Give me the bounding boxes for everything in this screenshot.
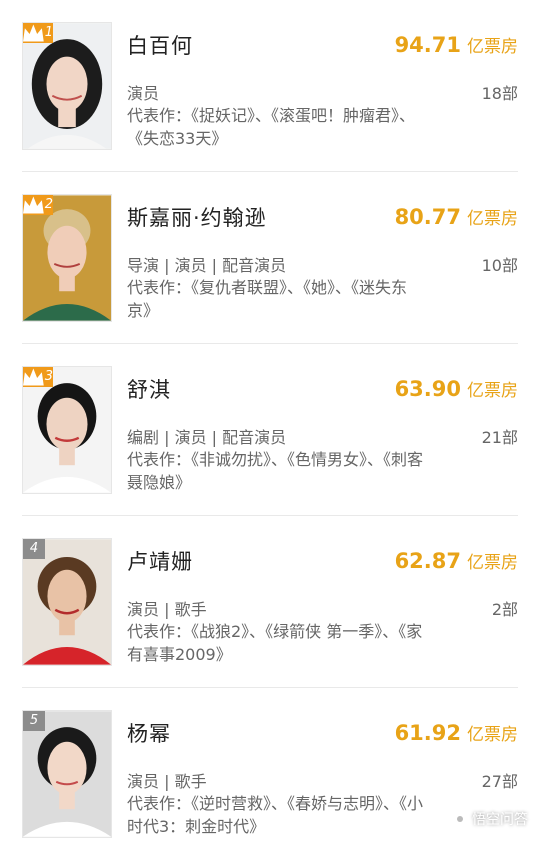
representative-works: 代表作：《捉妖记》、《滚蛋吧！肿瘤君》、《失恋33天》 bbox=[127, 106, 416, 148]
representative-works: 代表作：《非诚勿扰》、《色情男女》、《刺客聂隐娘》 bbox=[127, 450, 424, 492]
box-office-value: 94.71 bbox=[394, 33, 461, 57]
actor-photo[interactable]: 1 bbox=[22, 22, 112, 150]
actor-name[interactable]: 卢靖姗 bbox=[127, 546, 193, 576]
watermark: 悟空问答 bbox=[452, 809, 528, 829]
actor-name[interactable]: 舒淇 bbox=[127, 374, 171, 404]
actor-name[interactable]: 杨幂 bbox=[127, 718, 171, 748]
rank-number: 2 bbox=[44, 197, 53, 212]
actor-roles: 编剧 | 演员 | 配音演员 bbox=[127, 428, 287, 447]
box-office-value: 80.77 bbox=[394, 205, 461, 229]
box-office-value: 62.87 bbox=[394, 549, 461, 573]
box-office-value: 63.90 bbox=[394, 377, 461, 401]
ranking-list: 1 白百何 94.71 亿票房 演员 18部 代表作：《捉妖记》、《滚蛋吧！肿瘤君… bbox=[0, 0, 540, 860]
representative-works: 代表作：《复仇者联盟》、《她》、《迷失东京》 bbox=[127, 278, 408, 320]
watermark-text: 悟空问答 bbox=[472, 812, 528, 828]
actor-name[interactable]: 斯嘉丽·约翰逊 bbox=[127, 202, 267, 232]
box-office-value: 61.92 bbox=[394, 721, 461, 745]
rank-badge: 5 bbox=[23, 711, 45, 731]
box-office-unit: 亿票房 bbox=[467, 381, 518, 401]
box-office-unit: 亿票房 bbox=[467, 553, 518, 573]
actor-photo[interactable]: 4 bbox=[22, 538, 112, 666]
film-count: 21部 bbox=[481, 428, 518, 447]
box-office-unit: 亿票房 bbox=[467, 725, 518, 745]
actor-photo[interactable]: 3 bbox=[22, 366, 112, 494]
box-office: 63.90 亿票房 bbox=[395, 376, 518, 401]
rank-badge: 4 bbox=[23, 539, 45, 559]
box-office: 94.71 亿票房 bbox=[395, 32, 518, 57]
actor-roles: 导演 | 演员 | 配音演员 bbox=[127, 256, 287, 275]
crown-icon bbox=[23, 368, 44, 386]
box-office-unit: 亿票房 bbox=[467, 209, 518, 229]
rank-badge: 2 bbox=[23, 195, 53, 215]
box-office: 61.92 亿票房 bbox=[395, 720, 518, 745]
list-item[interactable]: 1 白百何 94.71 亿票房 演员 18部 代表作：《捉妖记》、《滚蛋吧！肿瘤君… bbox=[22, 0, 518, 172]
box-office: 80.77 亿票房 bbox=[395, 204, 518, 229]
actor-photo[interactable]: 2 bbox=[22, 194, 112, 322]
actor-photo[interactable]: 5 bbox=[22, 710, 112, 838]
rank-number: 1 bbox=[44, 25, 53, 40]
box-office-unit: 亿票房 bbox=[467, 37, 518, 57]
representative-works: 代表作：《逆时营救》、《春娇与志明》、《小时代3：刺金时代》 bbox=[127, 794, 424, 836]
rank-number: 4 bbox=[29, 541, 39, 556]
wukong-logo-icon bbox=[452, 811, 468, 827]
actor-roles: 演员 | 歌手 bbox=[127, 600, 207, 619]
film-count: 27部 bbox=[481, 772, 518, 791]
representative-works: 代表作：《战狼2》、《绿箭侠 第一季》、《家有喜事2009》 bbox=[127, 622, 423, 664]
rank-badge: 3 bbox=[23, 367, 53, 387]
film-count: 10部 bbox=[481, 256, 518, 275]
crown-icon bbox=[23, 196, 44, 214]
crown-icon bbox=[23, 24, 44, 42]
actor-name[interactable]: 白百何 bbox=[127, 30, 193, 60]
list-item[interactable]: 2 斯嘉丽·约翰逊 80.77 亿票房 导演 | 演员 | 配音演员 10部 代表… bbox=[22, 172, 518, 344]
list-item[interactable]: 5 杨幂 61.92 亿票房 演员 | 歌手 27部 代表作：《逆时营救》、《春娇… bbox=[22, 688, 518, 860]
actor-roles: 演员 bbox=[127, 84, 160, 103]
list-item[interactable]: 3 舒淇 63.90 亿票房 编剧 | 演员 | 配音演员 21部 代表作：《非诚… bbox=[22, 344, 518, 516]
film-count: 2部 bbox=[491, 600, 518, 619]
list-item[interactable]: 4 卢靖姗 62.87 亿票房 演员 | 歌手 2部 代表作：《战狼2》、《绿箭侠… bbox=[22, 516, 518, 688]
rank-badge: 1 bbox=[23, 23, 53, 43]
rank-number: 5 bbox=[29, 713, 39, 728]
film-count: 18部 bbox=[481, 84, 518, 103]
box-office: 62.87 亿票房 bbox=[395, 548, 518, 573]
rank-number: 3 bbox=[44, 369, 53, 384]
actor-roles: 演员 | 歌手 bbox=[127, 772, 207, 791]
